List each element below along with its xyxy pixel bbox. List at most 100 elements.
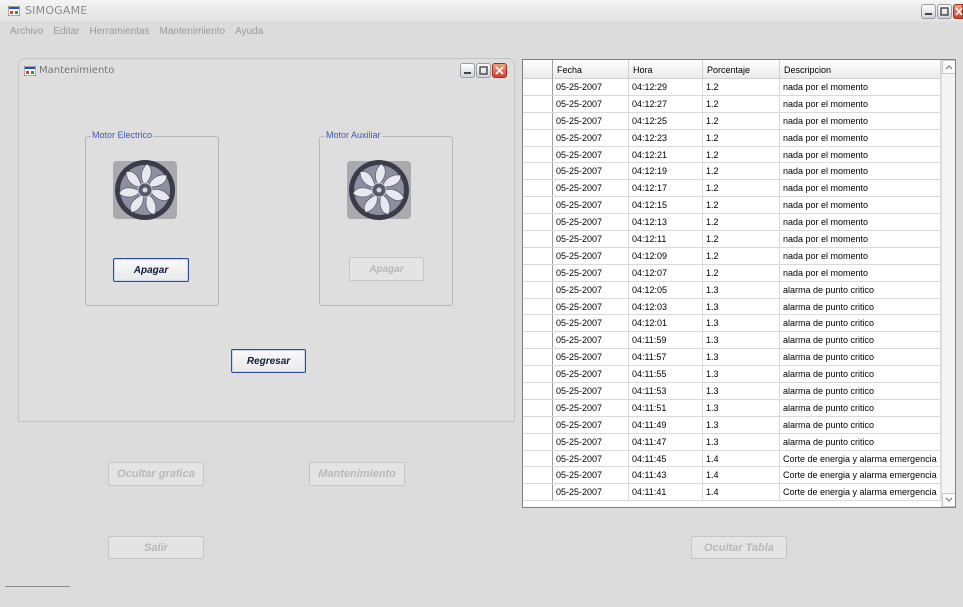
- cell-hora[interactable]: 04:12:13: [629, 214, 703, 231]
- cell-porcentaje[interactable]: 1.3: [703, 298, 780, 315]
- ocultar-grafica-button[interactable]: Ocultar grafica: [108, 462, 204, 486]
- row-header[interactable]: [523, 467, 553, 484]
- cell-porcentaje[interactable]: 1.2: [703, 214, 780, 231]
- salir-button[interactable]: Salir: [108, 536, 204, 559]
- row-header[interactable]: [523, 163, 553, 180]
- cell-descripcion[interactable]: alarma de punto critico: [780, 416, 941, 433]
- menu-herramientas[interactable]: Herramientas: [85, 22, 153, 42]
- cell-fecha[interactable]: 05-25-2007: [553, 484, 629, 501]
- cell-descripcion[interactable]: alarma de punto critico: [780, 433, 941, 450]
- table-row[interactable]: 05-25-2007 04:11:59 1.3 alarma de punto cri…: [523, 332, 941, 350]
- row-header[interactable]: [523, 214, 553, 231]
- cell-porcentaje[interactable]: 1.2: [703, 180, 780, 197]
- cell-hora[interactable]: 04:12:21: [629, 146, 703, 163]
- cell-hora[interactable]: 04:11:45: [629, 450, 703, 467]
- row-header[interactable]: [523, 231, 553, 247]
- row-header[interactable]: [523, 315, 553, 332]
- column-header-fecha[interactable]: Fecha: [553, 60, 629, 79]
- cell-hora[interactable]: 04:12:17: [629, 180, 703, 197]
- cell-porcentaje[interactable]: 1.2: [703, 264, 780, 281]
- table-row[interactable]: 05-25-2007 04:12:27 1.2 nada por el momento: [523, 95, 941, 113]
- cell-descripcion[interactable]: alarma de punto critico: [780, 399, 941, 416]
- cell-descripcion[interactable]: nada por el momento: [780, 247, 941, 264]
- cell-hora[interactable]: 04:12:27: [629, 95, 703, 112]
- table-row[interactable]: 05-25-2007 04:12:13 1.2 nada por el momento: [523, 214, 941, 232]
- table-row[interactable]: 05-25-2007 04:12:11 1.2 nada por el momento: [523, 231, 941, 248]
- cell-fecha[interactable]: 05-25-2007: [553, 163, 629, 180]
- cell-porcentaje[interactable]: 1.3: [703, 281, 780, 298]
- table-row[interactable]: 05-25-2007 04:12:25 1.2 nada por el momento: [523, 112, 941, 130]
- cell-descripcion[interactable]: alarma de punto critico: [780, 366, 941, 383]
- cell-hora[interactable]: 04:12:19: [629, 163, 703, 180]
- cell-porcentaje[interactable]: 1.4: [703, 450, 780, 467]
- cell-descripcion[interactable]: alarma de punto critico: [780, 332, 941, 349]
- cell-fecha[interactable]: 05-25-2007: [553, 281, 629, 298]
- cell-descripcion[interactable]: nada por el momento: [780, 231, 941, 247]
- cell-descripcion[interactable]: alarma de punto critico: [780, 315, 941, 332]
- cell-porcentaje[interactable]: 1.2: [703, 231, 780, 247]
- cell-hora[interactable]: 04:11:55: [629, 366, 703, 383]
- column-header-hora[interactable]: Hora: [629, 60, 703, 79]
- cell-fecha[interactable]: 05-25-2007: [553, 197, 629, 214]
- cell-hora[interactable]: 04:12:11: [629, 231, 703, 247]
- cell-fecha[interactable]: 05-25-2007: [553, 467, 629, 484]
- cell-descripcion[interactable]: Corte de energia y alarma emergencia: [780, 484, 941, 501]
- form-minimize-button[interactable]: [460, 63, 475, 78]
- cell-fecha[interactable]: 05-25-2007: [553, 79, 629, 95]
- cell-descripcion[interactable]: nada por el momento: [780, 95, 941, 112]
- table-row[interactable]: 05-25-2007 04:12:19 1.2 nada por el momento: [523, 163, 941, 181]
- cell-fecha[interactable]: 05-25-2007: [553, 95, 629, 112]
- cell-fecha[interactable]: 05-25-2007: [553, 433, 629, 450]
- cell-porcentaje[interactable]: 1.2: [703, 146, 780, 163]
- cell-hora[interactable]: 04:12:07: [629, 264, 703, 281]
- row-header[interactable]: [523, 129, 553, 146]
- cell-porcentaje[interactable]: 1.3: [703, 366, 780, 383]
- apagar-electrico-button[interactable]: Apagar: [113, 258, 189, 282]
- row-header[interactable]: [523, 450, 553, 467]
- scroll-down-button[interactable]: [942, 493, 955, 507]
- cell-hora[interactable]: 04:12:23: [629, 129, 703, 146]
- table-row[interactable]: 05-25-2007 04:12:07 1.2 nada por el momento: [523, 264, 941, 282]
- maximize-button[interactable]: [937, 4, 952, 19]
- cell-porcentaje[interactable]: 1.3: [703, 315, 780, 332]
- menu-ayuda[interactable]: Ayuda: [231, 22, 267, 42]
- table-row[interactable]: 05-25-2007 04:11:47 1.3 alarma de punto cri…: [523, 433, 941, 451]
- cell-descripcion[interactable]: nada por el momento: [780, 163, 941, 180]
- column-header-descripcion[interactable]: Descripcion: [780, 60, 941, 79]
- cell-porcentaje[interactable]: 1.3: [703, 383, 780, 399]
- cell-porcentaje[interactable]: 1.2: [703, 163, 780, 180]
- cell-porcentaje[interactable]: 1.3: [703, 399, 780, 416]
- menu-archivo[interactable]: Archivo: [6, 22, 47, 42]
- cell-descripcion[interactable]: nada por el momento: [780, 112, 941, 129]
- row-header[interactable]: [523, 332, 553, 349]
- cell-fecha[interactable]: 05-25-2007: [553, 399, 629, 416]
- cell-porcentaje[interactable]: 1.3: [703, 349, 780, 366]
- table-row[interactable]: 05-25-2007 04:12:21 1.2 nada por el momento: [523, 146, 941, 164]
- cell-hora[interactable]: 04:11:57: [629, 349, 703, 366]
- cell-fecha[interactable]: 05-25-2007: [553, 214, 629, 231]
- cell-descripcion[interactable]: alarma de punto critico: [780, 383, 941, 399]
- cell-hora[interactable]: 04:12:15: [629, 197, 703, 214]
- table-row[interactable]: 05-25-2007 04:12:09 1.2 nada por el momento: [523, 247, 941, 265]
- mantenimiento-button[interactable]: Mantenimiento: [309, 462, 405, 486]
- cell-porcentaje[interactable]: 1.4: [703, 467, 780, 484]
- cell-hora[interactable]: 04:11:53: [629, 383, 703, 399]
- row-header[interactable]: [523, 180, 553, 197]
- cell-descripcion[interactable]: Corte de energia y alarma emergencia: [780, 467, 941, 484]
- cell-descripcion[interactable]: nada por el momento: [780, 214, 941, 231]
- row-header[interactable]: [523, 112, 553, 129]
- row-header[interactable]: [523, 79, 553, 95]
- cell-hora[interactable]: 04:11:47: [629, 433, 703, 450]
- cell-porcentaje[interactable]: 1.2: [703, 129, 780, 146]
- cell-fecha[interactable]: 05-25-2007: [553, 383, 629, 399]
- scroll-up-button[interactable]: [942, 60, 955, 74]
- table-row[interactable]: 05-25-2007 04:12:05 1.3 alarma de punto cri…: [523, 281, 941, 299]
- cell-fecha[interactable]: 05-25-2007: [553, 416, 629, 433]
- cell-fecha[interactable]: 05-25-2007: [553, 366, 629, 383]
- table-row[interactable]: 05-25-2007 04:12:03 1.3 alarma de punto cri…: [523, 298, 941, 316]
- cell-descripcion[interactable]: alarma de punto critico: [780, 298, 941, 315]
- menu-editar[interactable]: Editar: [49, 22, 83, 42]
- cell-fecha[interactable]: 05-25-2007: [553, 298, 629, 315]
- form-close-button[interactable]: [492, 63, 507, 78]
- row-header[interactable]: [523, 281, 553, 298]
